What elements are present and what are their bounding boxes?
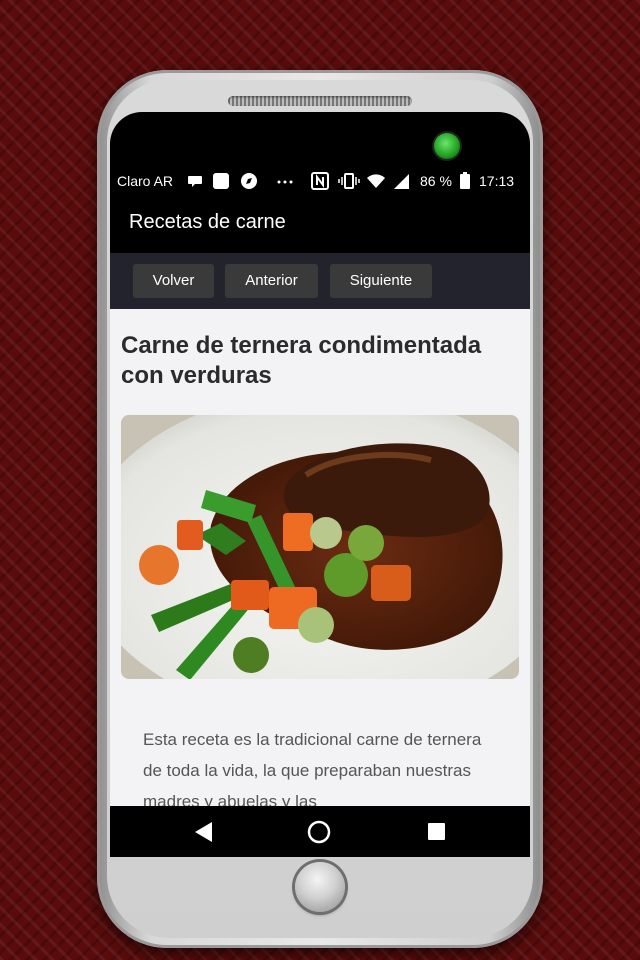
more-dots-icon [276, 172, 294, 190]
back-button[interactable]: Volver [133, 264, 214, 298]
top-bezel [110, 112, 530, 172]
earpiece-speaker [228, 96, 412, 106]
nfc-icon [311, 172, 329, 190]
battery-icon [460, 172, 470, 190]
carrier-label: Claro AR [117, 173, 174, 189]
battery-percent: 86 % [420, 173, 452, 189]
notification-led [434, 133, 460, 159]
recents-square-icon[interactable] [428, 823, 445, 844]
recipe-intro: Esta receta es la tradicional carne de t… [143, 730, 482, 806]
home-circle-icon[interactable] [307, 820, 331, 848]
recipe-photo [121, 415, 519, 679]
status-bar: Claro AR 86 % 17:13 [110, 165, 530, 195]
navigation-toolbar: Volver Anterior Siguiente [110, 253, 530, 309]
previous-button[interactable]: Anterior [225, 264, 318, 298]
wifi-icon [366, 172, 386, 190]
square-notification-icon [212, 172, 230, 190]
vibrate-icon [338, 172, 360, 190]
clock: 17:13 [479, 173, 515, 189]
recipe-title: Carne de ternera condimentada con verdur… [121, 332, 482, 389]
app-title: Recetas de carne [129, 211, 286, 233]
app-bar: Recetas de carne [110, 195, 530, 253]
signal-icon [392, 172, 410, 190]
back-triangle-icon[interactable] [194, 821, 214, 847]
recipe-content[interactable]: Carne de ternera condimentada con verdur… [110, 309, 530, 806]
hardware-home-button[interactable] [295, 862, 345, 912]
phone-screen: Claro AR 86 % 17:13 Recetas de carne Vol… [110, 165, 530, 857]
system-nav-bar [110, 806, 530, 857]
chat-bubble-icon [186, 172, 204, 190]
next-button[interactable]: Siguiente [330, 264, 432, 298]
compass-icon [240, 172, 258, 190]
